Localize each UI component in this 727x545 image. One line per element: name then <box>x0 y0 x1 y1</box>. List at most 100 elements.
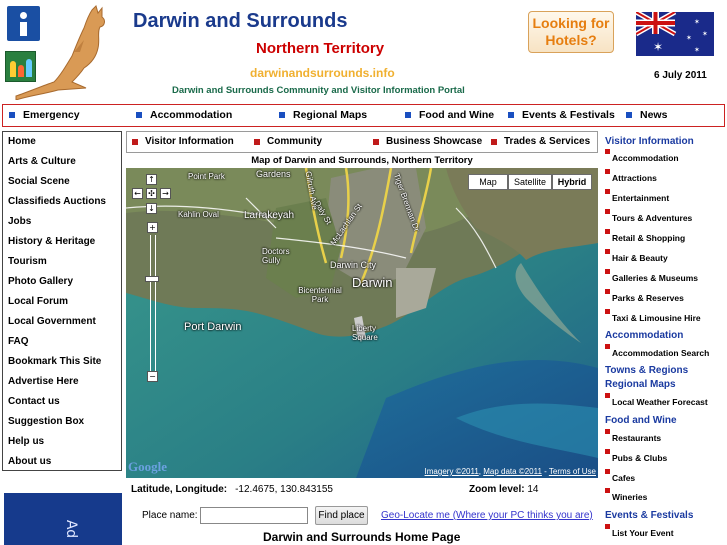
right-item-hair-beauty[interactable]: Hair & Beauty <box>605 249 668 263</box>
zoom-out-icon[interactable]: − <box>147 371 158 382</box>
right-item-list-your-event[interactable]: List Your Event <box>605 524 674 538</box>
svg-text:✶: ✶ <box>686 34 692 42</box>
topnav-food-and-wine[interactable]: Food and Wine <box>405 109 494 121</box>
svg-text:✶: ✶ <box>694 18 700 26</box>
right-item-accommodation-search[interactable]: Accommodation Search <box>605 344 709 358</box>
menu-arts-culture[interactable]: Arts & Culture <box>3 152 121 172</box>
find-place-button[interactable]: Find place <box>315 506 368 525</box>
pan-center-icon[interactable]: ✣ <box>146 188 157 199</box>
attribution-mapdata-link[interactable]: Map data ©2011 <box>483 467 542 476</box>
map-label-point-park: Point Park <box>188 172 225 181</box>
topnav-emergency[interactable]: Emergency <box>9 109 80 121</box>
right-item-taxi-limousine[interactable]: Taxi & Limousine Hire <box>605 309 701 323</box>
zoom-label: Zoom level: <box>469 484 525 495</box>
svg-text:✶: ✶ <box>653 40 663 54</box>
right-item-wineries[interactable]: Wineries <box>605 488 647 502</box>
zoom-in-icon[interactable]: + <box>147 222 158 233</box>
site-subtitle: Northern Territory <box>256 40 385 57</box>
australian-flag-icon: ✶ ✶ ✶ ✶ ✶ <box>634 9 714 56</box>
family-icon <box>5 51 36 82</box>
advert-banner[interactable]: Ad <box>4 493 122 545</box>
right-section-towns-regions[interactable]: Towns & Regions <box>605 365 688 376</box>
right-item-local-weather[interactable]: Local Weather Forecast <box>605 393 708 407</box>
subnav-community[interactable]: Community <box>254 136 322 147</box>
map-label-doctors-gully: Doctors Gully <box>262 247 290 265</box>
right-item-pubs-clubs[interactable]: Pubs & Clubs <box>605 449 667 463</box>
zoom-level-readout: Zoom level: 14 <box>469 484 538 495</box>
right-item-attractions[interactable]: Attractions <box>605 169 657 183</box>
right-item-restaurants[interactable]: Restaurants <box>605 429 661 443</box>
subnav-business-showcase[interactable]: Business Showcase <box>373 136 482 147</box>
coords-value: -12.4675, 130.843155 <box>235 484 333 495</box>
menu-classifieds-auctions[interactable]: Classifieds Auctions <box>3 192 121 212</box>
pan-up-icon[interactable]: ↑ <box>146 174 157 185</box>
map-label-darwin-city: Darwin City <box>330 260 377 270</box>
map-type-satellite[interactable]: Satellite <box>508 174 552 190</box>
right-section-events-festivals[interactable]: Events & Festivals <box>605 510 693 521</box>
left-menu: Home Arts & Culture Social Scene Classif… <box>2 131 122 471</box>
topnav-regional-maps[interactable]: Regional Maps <box>279 109 367 121</box>
map-label-liberty-square: Liberty Square <box>352 324 378 342</box>
topnav-accommodation[interactable]: Accommodation <box>136 109 232 121</box>
right-section-accommodation[interactable]: Accommodation <box>605 330 683 341</box>
menu-about[interactable]: About us <box>3 452 121 472</box>
attribution-imagery-link[interactable]: Imagery ©2011 <box>425 467 479 476</box>
site-url[interactable]: darwinandsurrounds.info <box>250 66 395 80</box>
pan-left-icon[interactable]: ← <box>132 188 143 199</box>
menu-local-government[interactable]: Local Government <box>3 312 121 332</box>
right-item-retail-shopping[interactable]: Retail & Shopping <box>605 229 685 243</box>
right-section-regional-maps[interactable]: Regional Maps <box>605 379 676 390</box>
map-viewport[interactable]: Map Satellite Hybrid ↑ ← ✣ → ↓ + − Garde… <box>126 168 598 478</box>
map-label-gardens: Gardens <box>256 169 291 179</box>
menu-photo-gallery[interactable]: Photo Gallery <box>3 272 121 292</box>
subnav-trades-services[interactable]: Trades & Services <box>491 136 590 147</box>
menu-home[interactable]: Home <box>3 132 121 152</box>
right-item-cafes[interactable]: Cafes <box>605 469 635 483</box>
top-navigation: Emergency Accommodation Regional Maps Fo… <box>2 104 725 127</box>
menu-contact[interactable]: Contact us <box>3 392 121 412</box>
zoom-slider-handle[interactable] <box>145 276 159 282</box>
map-type-hybrid[interactable]: Hybrid <box>552 174 592 190</box>
menu-jobs[interactable]: Jobs <box>3 212 121 232</box>
right-section-food-wine[interactable]: Food and Wine <box>605 415 677 426</box>
pan-right-icon[interactable]: → <box>160 188 171 199</box>
google-logo[interactable]: Google <box>128 459 167 475</box>
menu-suggestion-box[interactable]: Suggestion Box <box>3 412 121 432</box>
home-page-heading: Darwin and Surrounds Home Page <box>263 530 461 544</box>
advert-banner-text: Ad <box>63 519 80 539</box>
menu-social-scene[interactable]: Social Scene <box>3 172 121 192</box>
map-type-map[interactable]: Map <box>468 174 508 190</box>
zoom-slider-track[interactable] <box>150 235 156 375</box>
menu-bookmark[interactable]: Bookmark This Site <box>3 352 121 372</box>
right-item-accommodation[interactable]: Accommodation <box>605 149 679 163</box>
menu-advertise[interactable]: Advertise Here <box>3 372 121 392</box>
subnav-visitor-information[interactable]: Visitor Information <box>132 136 234 147</box>
place-name-label: Place name: <box>142 510 198 521</box>
info-icon <box>7 6 40 41</box>
sub-navigation: Visitor Information Community Business S… <box>126 131 598 153</box>
hotels-button[interactable]: Looking for Hotels? <box>528 11 614 53</box>
coords-label: Latitude, Longitude: <box>131 484 228 495</box>
geolocate-link[interactable]: Geo-Locate me (Where your PC thinks you … <box>381 510 593 521</box>
menu-local-forum[interactable]: Local Forum <box>3 292 121 312</box>
right-item-parks-reserves[interactable]: Parks & Reserves <box>605 289 684 303</box>
place-name-input[interactable] <box>200 507 308 524</box>
right-item-tours-adventures[interactable]: Tours & Adventures <box>605 209 692 223</box>
right-section-visitor-information[interactable]: Visitor Information <box>605 136 694 147</box>
svg-text:✶: ✶ <box>702 30 708 38</box>
hotels-button-label: Looking for Hotels? <box>532 15 610 48</box>
menu-faq[interactable]: FAQ <box>3 332 121 352</box>
pan-down-icon[interactable]: ↓ <box>146 203 157 214</box>
menu-help[interactable]: Help us <box>3 432 121 452</box>
attribution-terms-link[interactable]: Terms of Use <box>549 467 596 476</box>
topnav-news[interactable]: News <box>626 109 667 121</box>
topnav-events-festivals[interactable]: Events & Festivals <box>508 109 615 121</box>
site-title[interactable]: Darwin and Surrounds <box>133 10 347 33</box>
menu-history-heritage[interactable]: History & Heritage <box>3 232 121 252</box>
menu-tourism[interactable]: Tourism <box>3 252 121 272</box>
map-attribution: Imagery ©2011, Map data ©2011 - Terms of… <box>424 467 596 476</box>
current-date: 6 July 2011 <box>654 70 707 81</box>
map-label-bicentennial-park: Bicentennial Park <box>298 286 342 304</box>
right-item-entertainment[interactable]: Entertainment <box>605 189 669 203</box>
right-item-galleries-museums[interactable]: Galleries & Museums <box>605 269 698 283</box>
